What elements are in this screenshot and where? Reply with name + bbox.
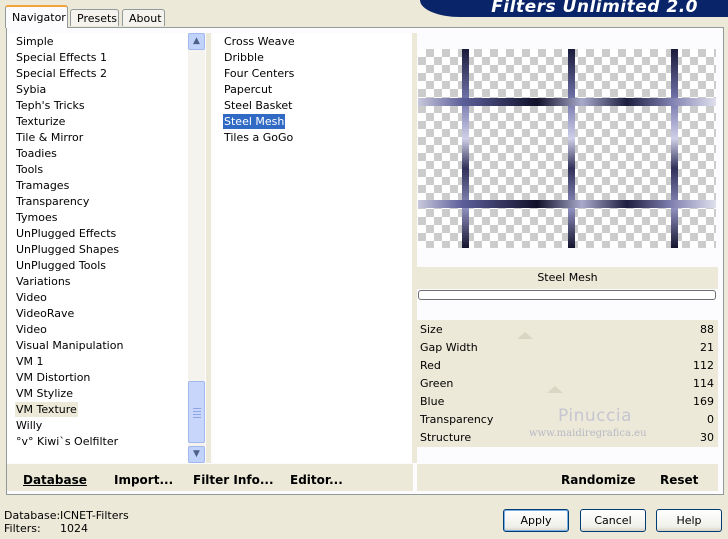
filter-item[interactable]: Papercut <box>223 82 273 97</box>
import-link[interactable]: Import... <box>114 473 173 487</box>
filter-item[interactable]: Steel Mesh <box>221 113 287 130</box>
filter-list[interactable]: Cross Weave Dribble Four Centers Papercut St… <box>213 33 412 463</box>
param-label: Red <box>420 359 441 372</box>
category-item[interactable]: Transparency <box>15 194 90 209</box>
category-item[interactable]: UnPlugged Shapes <box>15 242 120 257</box>
filter-item[interactable]: Tiles a GoGo <box>223 130 294 145</box>
selected-filter-name: Steel Mesh <box>417 267 718 289</box>
filters-status-value: 1024 <box>60 522 88 535</box>
param-value: 88 <box>700 323 714 336</box>
filter-info-link[interactable]: Filter Info... <box>193 473 274 487</box>
filter-item[interactable]: Steel Basket <box>223 98 293 113</box>
param-label: Size <box>420 323 443 336</box>
category-item[interactable]: Teph's Tricks <box>15 98 86 113</box>
category-item[interactable]: Tymoes <box>15 210 58 225</box>
watermark-name: Pinuccia <box>558 406 632 426</box>
progress-bar <box>418 290 716 300</box>
param-label: Green <box>420 377 454 390</box>
category-item[interactable]: VideoRave <box>15 306 75 321</box>
category-item[interactable]: Toadies <box>15 146 58 161</box>
param-label: Structure <box>420 431 472 444</box>
category-item[interactable]: Sybia <box>15 82 47 97</box>
param-value: 30 <box>700 431 714 444</box>
category-item[interactable]: Special Effects 2 <box>15 66 108 81</box>
window-title: Filters Unlimited 2.0 <box>491 0 698 17</box>
category-item[interactable]: Video <box>15 322 48 337</box>
category-item[interactable]: Video <box>15 290 48 305</box>
filters-status-label: Filters: <box>4 522 41 535</box>
filter-preview <box>418 49 716 248</box>
param-value: 0 <box>707 413 714 426</box>
category-item[interactable]: Variations <box>15 274 72 289</box>
database-status-label: Database: <box>4 509 61 522</box>
param-label: Blue <box>420 395 445 408</box>
category-item[interactable]: Willy <box>15 418 43 433</box>
filter-item[interactable]: Cross Weave <box>223 34 296 49</box>
param-row[interactable]: Size 88 <box>417 321 718 339</box>
category-item[interactable]: UnPlugged Effects <box>15 226 117 241</box>
category-list[interactable]: Simple Special Effects 1 Special Effects 2… <box>7 33 188 463</box>
randomize-link[interactable]: Randomize <box>561 473 635 487</box>
category-item[interactable]: VM Stylize <box>15 386 74 401</box>
database-status-value: ICNET-Filters <box>60 509 129 522</box>
param-row[interactable]: Green 114 <box>417 375 718 393</box>
param-label: Gap Width <box>420 341 478 354</box>
list-divider <box>206 33 211 463</box>
tab-navigator[interactable]: Navigator <box>5 5 68 28</box>
scroll-thumb[interactable] <box>188 381 205 443</box>
param-value: 114 <box>693 377 714 390</box>
scroll-up-button[interactable]: ▲ <box>188 33 205 50</box>
cancel-button[interactable]: Cancel <box>580 509 646 532</box>
category-item[interactable]: Tools <box>15 162 44 177</box>
category-item[interactable]: VM Distortion <box>15 370 91 385</box>
category-scrollbar[interactable]: ▲ ▼ <box>188 33 205 463</box>
param-label: Transparency <box>420 413 494 426</box>
reset-link[interactable]: Reset <box>660 473 698 487</box>
param-slider-thumb[interactable] <box>547 386 563 393</box>
param-value: 169 <box>693 395 714 408</box>
apply-button[interactable]: Apply <box>503 509 569 532</box>
category-item[interactable]: Visual Manipulation <box>15 338 124 353</box>
filter-item[interactable]: Four Centers <box>223 66 295 81</box>
category-item[interactable]: VM Texture <box>15 402 78 417</box>
database-link[interactable]: Database <box>23 473 87 487</box>
editor-link[interactable]: Editor... <box>290 473 343 487</box>
param-row[interactable]: Gap Width 21 <box>417 339 718 357</box>
tab-about[interactable]: About <box>122 9 165 26</box>
category-item[interactable]: Special Effects 1 <box>15 50 108 65</box>
category-item[interactable]: °v° Kiwi`s Oelfilter <box>15 434 119 449</box>
category-item[interactable]: Texturize <box>15 114 66 129</box>
category-item[interactable]: Simple <box>15 34 55 49</box>
filter-item[interactable]: Dribble <box>223 50 265 65</box>
tab-presets[interactable]: Presets <box>70 9 119 26</box>
title-banner: Filters Unlimited 2.0 <box>420 0 728 17</box>
param-row[interactable]: Red 112 <box>417 357 718 375</box>
watermark-url: www.maidiregrafica.eu <box>529 428 647 439</box>
param-value: 112 <box>693 359 714 372</box>
category-item[interactable]: Tramages <box>15 178 70 193</box>
category-item[interactable]: Tile & Mirror <box>15 130 84 145</box>
scroll-down-button[interactable]: ▼ <box>188 446 205 463</box>
param-value: 21 <box>700 341 714 354</box>
help-button[interactable]: Help <box>656 509 722 532</box>
category-item[interactable]: UnPlugged Tools <box>15 258 107 273</box>
category-item[interactable]: VM 1 <box>15 354 45 369</box>
param-slider-thumb[interactable] <box>517 332 533 339</box>
